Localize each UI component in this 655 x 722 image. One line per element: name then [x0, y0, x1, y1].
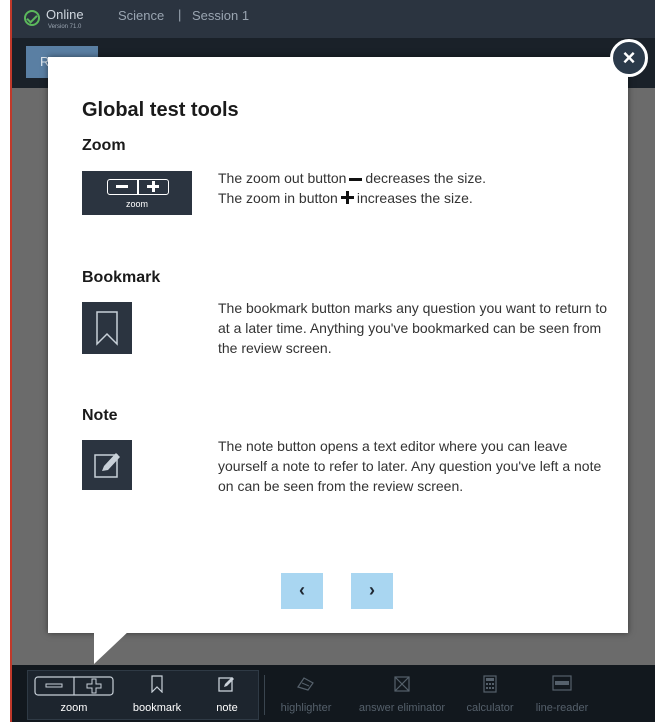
zoom-tool[interactable]: zoom [27, 665, 121, 722]
zoom-controls-icon [34, 676, 114, 696]
subject-label: Science [118, 8, 165, 23]
zoom-in-line: The zoom in button increases the size. [218, 190, 473, 206]
highlighter-tool[interactable]: highlighter [268, 665, 344, 722]
zoom-heading: Zoom [82, 137, 126, 154]
line-reader-tool[interactable]: line-reader [524, 665, 600, 722]
global-tools-dialog: Global test tools Zoom zoom The zoom out… [48, 57, 628, 633]
header-separator: | [178, 7, 182, 22]
bookmark-tool[interactable]: bookmark [120, 665, 194, 722]
bookmark-icon [151, 675, 163, 693]
bookmark-sample-icon [82, 302, 132, 354]
close-icon: × [622, 45, 636, 70]
zoom-sample-icon: zoom [82, 171, 192, 215]
app-frame: Online Version 71.0 Science | Session 1 … [10, 0, 655, 722]
dialog-pointer [94, 630, 130, 664]
bottom-toolbar: zoom bookmark note highlighter answer el… [12, 665, 655, 722]
inline-plus-icon [340, 191, 354, 204]
answer-eliminator-icon [394, 676, 410, 692]
connection-status: Online [46, 7, 84, 22]
calculator-tool[interactable]: calculator [458, 665, 522, 722]
bookmark-heading: Bookmark [82, 269, 161, 286]
bookmark-description: The bookmark button marks any question y… [218, 300, 608, 356]
answer-eliminator-tool[interactable]: answer eliminator [346, 665, 458, 722]
calculator-icon [483, 675, 497, 693]
zoom-description: The zoom out button decreases the size. T… [218, 168, 613, 208]
zoom-out-line: The zoom out button decreases the size. [218, 170, 487, 186]
note-description: The note button opens a text editor wher… [218, 438, 602, 494]
note-heading: Note [82, 407, 118, 424]
answer-eliminator-tool-label: answer eliminator [358, 702, 446, 714]
note-tool[interactable]: note [202, 665, 252, 722]
inline-minus-icon [349, 177, 363, 181]
highlighter-icon [297, 677, 314, 691]
zoom-pill-icon [107, 179, 169, 195]
next-button[interactable]: › [351, 573, 393, 609]
line-reader-tool-label: line-reader [535, 702, 589, 714]
version-label: Version 71.0 [48, 24, 82, 30]
line-reader-icon [552, 675, 572, 691]
top-bar: Online Version 71.0 Science | Session 1 [12, 0, 655, 38]
zoom-sample-caption: zoom [125, 199, 148, 209]
zoom-tool-label: zoom [60, 702, 88, 714]
note-sample-icon [82, 440, 132, 490]
online-check-icon [24, 10, 40, 26]
bookmark-icon [96, 311, 118, 346]
previous-button[interactable]: ‹ [281, 573, 323, 609]
session-label: Session 1 [192, 8, 250, 23]
note-icon [218, 677, 234, 692]
dialog-title: Global test tools [82, 99, 239, 121]
note-tool-label: note [216, 702, 238, 714]
toolbar-divider [264, 675, 265, 715]
bookmark-tool-label: bookmark [132, 702, 182, 714]
minus-icon [116, 185, 128, 188]
note-icon [94, 453, 120, 478]
calculator-tool-label: calculator [466, 702, 514, 714]
close-button[interactable]: × [610, 39, 648, 77]
highlighter-tool-label: highlighter [280, 702, 332, 714]
